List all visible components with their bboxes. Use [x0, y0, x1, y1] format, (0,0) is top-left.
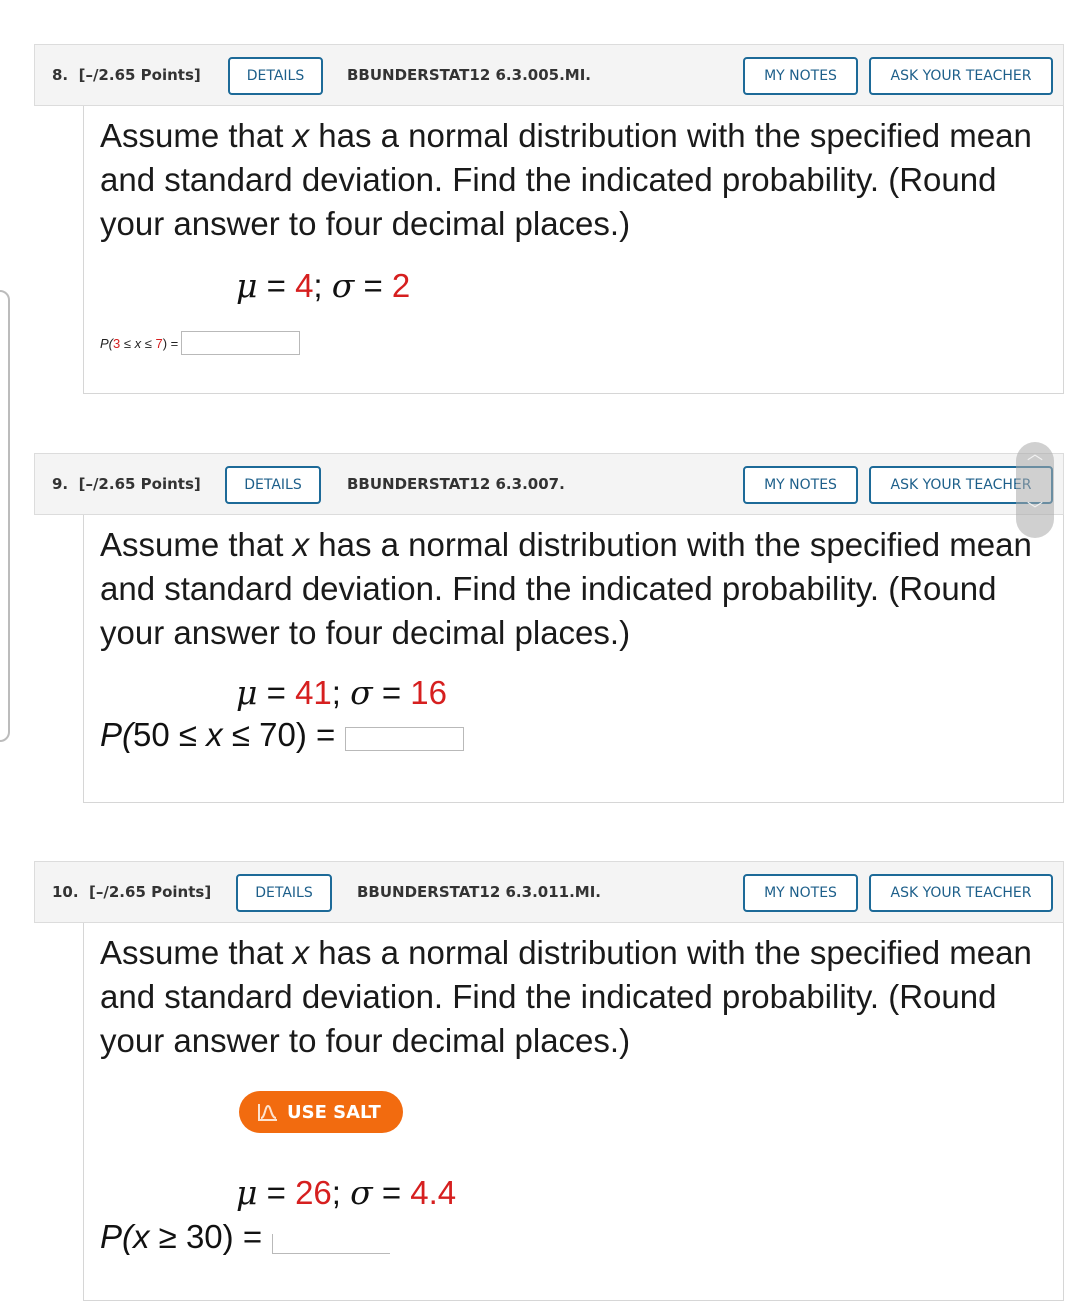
question-10: 10. [–/2.65 Points] DETAILS BBUNDERSTAT1…: [34, 861, 1064, 1301]
question-prompt: Assume that x has a normal distribution …: [100, 117, 1032, 242]
question-9: 9. [–/2.65 Points] DETAILS BBUNDERSTAT12…: [34, 453, 1064, 803]
answer-label: P(x ≥ 30) =: [100, 1218, 263, 1255]
answer-row: P(x ≥ 30) =: [100, 1218, 1063, 1256]
details-button[interactable]: DETAILS: [225, 466, 321, 504]
answer-input[interactable]: [345, 727, 465, 751]
sd-value: 4.4: [410, 1174, 457, 1211]
my-notes-button[interactable]: MY NOTES: [743, 874, 858, 912]
ask-your-teacher-button[interactable]: ASK YOUR TEACHER: [869, 57, 1053, 95]
answer-input[interactable]: [181, 331, 301, 355]
my-notes-button[interactable]: MY NOTES: [743, 466, 858, 504]
question-code: BBUNDERSTAT12 6.3.007.: [347, 475, 565, 493]
distribution-parameters: μ = 41; σ = 16: [236, 673, 447, 712]
details-button[interactable]: DETAILS: [228, 57, 323, 95]
mean-value: 26: [295, 1174, 332, 1211]
distribution-parameters: μ = 4; σ = 2: [236, 266, 411, 305]
question-body: Assume that x has a normal distribution …: [83, 923, 1064, 1301]
salt-container: USE SALT: [239, 1091, 1063, 1133]
question-header: 9. [–/2.65 Points] DETAILS BBUNDERSTAT12…: [34, 453, 1064, 515]
answer-label: P(3 ≤ x ≤ 7) =: [100, 335, 179, 351]
question-number-points: 9. [–/2.65 Points]: [52, 475, 201, 493]
question-header: 10. [–/2.65 Points] DETAILS BBUNDERSTAT1…: [34, 861, 1064, 923]
question-number-points: 8. [–/2.65 Points]: [52, 66, 201, 84]
mean-value: 4: [295, 267, 314, 304]
question-8: 8. [–/2.65 Points] DETAILS BBUNDERSTAT12…: [34, 44, 1064, 394]
question-prompt: Assume that x has a normal distribution …: [100, 934, 1032, 1059]
question-body: Assume that x has a normal distribution …: [83, 106, 1064, 394]
use-salt-button[interactable]: USE SALT: [239, 1091, 403, 1133]
answer-row: P(3 ≤ x ≤ 7) =: [100, 331, 1063, 355]
salt-curve-icon: [258, 1104, 277, 1121]
question-code: BBUNDERSTAT12 6.3.005.MI.: [347, 66, 591, 84]
side-panel-edge: [0, 290, 10, 742]
ask-your-teacher-button[interactable]: ASK YOUR TEACHER: [869, 874, 1053, 912]
answer-label: P(50 ≤ x ≤ 70) =: [100, 716, 336, 753]
question-prompt: Assume that x has a normal distribution …: [100, 526, 1032, 651]
use-salt-label: USE SALT: [287, 1101, 381, 1123]
answer-row: P(50 ≤ x ≤ 70) =: [100, 716, 1063, 754]
scroll-handle[interactable]: ︿ ﹀: [1016, 442, 1054, 538]
sd-value: 2: [391, 267, 411, 304]
distribution-parameters: μ = 26; σ = 4.4: [236, 1173, 457, 1212]
answer-input[interactable]: [272, 1234, 391, 1254]
my-notes-button[interactable]: MY NOTES: [743, 57, 858, 95]
mean-value: 41: [295, 674, 332, 711]
question-header: 8. [–/2.65 Points] DETAILS BBUNDERSTAT12…: [34, 44, 1064, 106]
question-code: BBUNDERSTAT12 6.3.011.MI.: [357, 883, 601, 901]
chevron-up-icon[interactable]: ︿: [1027, 447, 1043, 463]
details-button[interactable]: DETAILS: [236, 874, 332, 912]
question-body: Assume that x has a normal distribution …: [83, 515, 1064, 803]
chevron-down-icon[interactable]: ﹀: [1027, 503, 1043, 519]
sd-value: 16: [410, 674, 447, 711]
question-number-points: 10. [–/2.65 Points]: [52, 883, 212, 901]
